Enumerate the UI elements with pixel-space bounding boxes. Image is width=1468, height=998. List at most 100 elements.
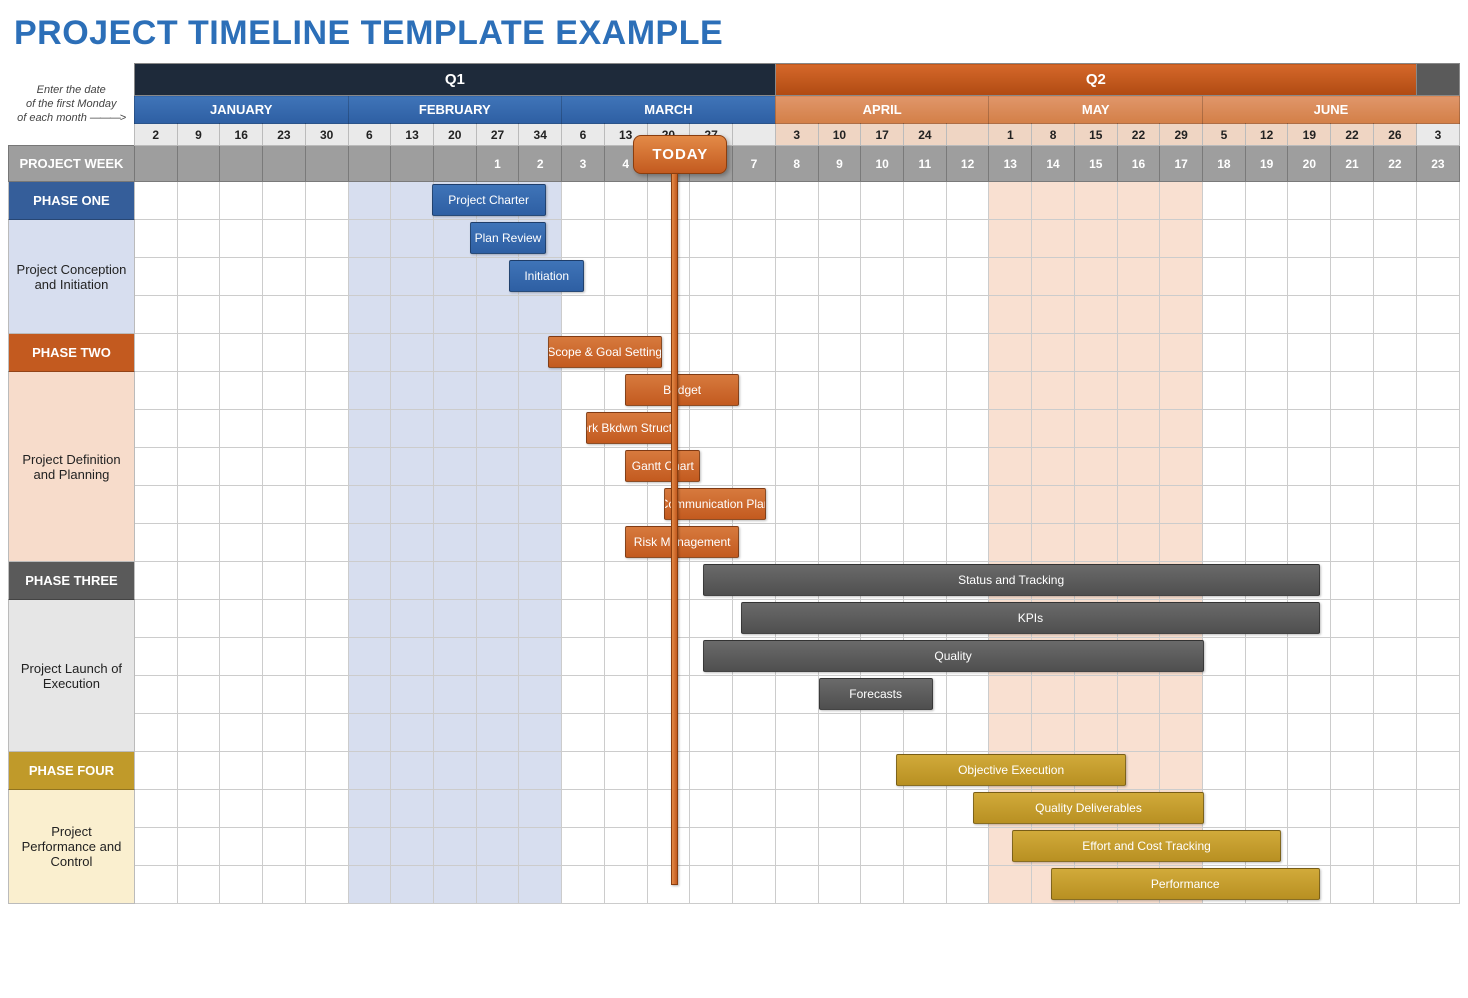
grid-cell xyxy=(263,334,306,372)
grid-cell xyxy=(220,790,263,828)
grid-cell xyxy=(433,600,476,638)
bar-project-charter[interactable]: Project Charter xyxy=(432,184,546,216)
phase-two-row-3 xyxy=(9,448,1460,486)
grid-cell xyxy=(604,258,647,296)
grid-cell xyxy=(134,524,177,562)
grid-cell xyxy=(1416,334,1459,372)
project-week-cell: 8 xyxy=(775,146,818,182)
grid-cell xyxy=(1203,296,1246,334)
grid-cell xyxy=(519,600,562,638)
day-tick xyxy=(732,124,775,146)
grid-cell xyxy=(433,562,476,600)
grid-cell xyxy=(263,752,306,790)
bar-wbs[interactable]: Work Bkdwn Structure xyxy=(586,412,673,444)
grid-cell xyxy=(348,524,391,562)
day-tick: 24 xyxy=(904,124,947,146)
grid-cell xyxy=(391,638,434,676)
grid-cell xyxy=(263,866,306,904)
bar-status-track[interactable]: Status and Tracking xyxy=(703,564,1320,596)
grid-cell xyxy=(220,220,263,258)
grid-cell xyxy=(177,562,220,600)
grid-cell xyxy=(348,828,391,866)
project-week-cell: 22 xyxy=(1373,146,1416,182)
grid-cell xyxy=(818,182,861,220)
project-week-cell: 17 xyxy=(1160,146,1203,182)
grid-cell xyxy=(1373,182,1416,220)
grid-cell xyxy=(1416,866,1459,904)
grid-cell xyxy=(1373,866,1416,904)
grid-cell xyxy=(1074,220,1117,258)
grid-cell xyxy=(519,524,562,562)
bar-comm-plan[interactable]: Communication Plan xyxy=(664,488,766,520)
grid-cell xyxy=(134,296,177,334)
grid-cell xyxy=(1203,790,1246,828)
grid-cell xyxy=(946,258,989,296)
grid-cell xyxy=(775,258,818,296)
grid-cell xyxy=(604,638,647,676)
grid-cell xyxy=(177,714,220,752)
meta-note: Enter the date of the first Monday of ea… xyxy=(9,64,135,146)
grid-cell xyxy=(476,600,519,638)
day-tick: 30 xyxy=(305,124,348,146)
bar-effort-cost[interactable]: Effort and Cost Tracking xyxy=(1012,830,1281,862)
grid-cell xyxy=(1032,524,1075,562)
grid-cell xyxy=(604,220,647,258)
day-tick: 27 xyxy=(476,124,519,146)
grid-cell xyxy=(732,258,775,296)
bar-plan-review[interactable]: Plan Review xyxy=(470,222,545,254)
bar-quality[interactable]: Quality xyxy=(703,640,1204,672)
grid-cell xyxy=(1117,524,1160,562)
bar-qual-deliv[interactable]: Quality Deliverables xyxy=(973,792,1203,824)
bar-forecasts[interactable]: Forecasts xyxy=(819,678,933,710)
grid-cell xyxy=(1331,448,1374,486)
bar-kpis[interactable]: KPIs xyxy=(741,602,1320,634)
grid-cell xyxy=(1373,638,1416,676)
bar-risk[interactable]: Risk Management xyxy=(625,526,739,558)
bar-budget[interactable]: Budget xyxy=(625,374,739,406)
grid-cell xyxy=(647,296,690,334)
grid-cell xyxy=(433,372,476,410)
grid-cell xyxy=(1245,752,1288,790)
grid-cell xyxy=(989,410,1032,448)
grid-cell xyxy=(263,410,306,448)
bar-performance[interactable]: Performance xyxy=(1051,868,1320,900)
grid-cell xyxy=(476,410,519,448)
grid-cell xyxy=(1416,524,1459,562)
project-week-cell: 20 xyxy=(1288,146,1331,182)
bar-obj-exec[interactable]: Objective Execution xyxy=(896,754,1126,786)
bar-gantt[interactable]: Gantt Chart xyxy=(625,450,700,482)
grid-cell xyxy=(989,714,1032,752)
project-week-cell: 21 xyxy=(1331,146,1374,182)
grid-cell xyxy=(732,752,775,790)
grid-cell xyxy=(519,866,562,904)
grid-cell xyxy=(946,486,989,524)
day-tick: 26 xyxy=(1373,124,1416,146)
grid-cell xyxy=(562,182,605,220)
grid-cell xyxy=(1117,676,1160,714)
grid-cell xyxy=(732,448,775,486)
grid-cell xyxy=(1373,600,1416,638)
grid-cell xyxy=(1160,334,1203,372)
grid-cell xyxy=(263,372,306,410)
grid-cell xyxy=(904,828,947,866)
day-tick: 1 xyxy=(989,124,1032,146)
grid-cell xyxy=(946,296,989,334)
grid-cell xyxy=(305,638,348,676)
grid-cell xyxy=(476,828,519,866)
grid-cell xyxy=(904,486,947,524)
q1-header: Q1 xyxy=(134,64,775,96)
grid-cell xyxy=(1288,334,1331,372)
bar-scope-goal[interactable]: Scope & Goal Setting xyxy=(548,336,662,368)
phase-four-row-1: Project Performance and Control xyxy=(9,790,1460,828)
grid-cell xyxy=(562,448,605,486)
grid-cell xyxy=(1074,334,1117,372)
phase-four-desc: Project Performance and Control xyxy=(9,790,135,904)
grid-cell xyxy=(946,448,989,486)
grid-cell xyxy=(305,600,348,638)
grid-cell xyxy=(476,790,519,828)
grid-cell xyxy=(604,296,647,334)
grid-cell xyxy=(305,790,348,828)
grid-cell xyxy=(775,752,818,790)
bar-initiation[interactable]: Initiation xyxy=(509,260,584,292)
grid-cell xyxy=(1331,334,1374,372)
